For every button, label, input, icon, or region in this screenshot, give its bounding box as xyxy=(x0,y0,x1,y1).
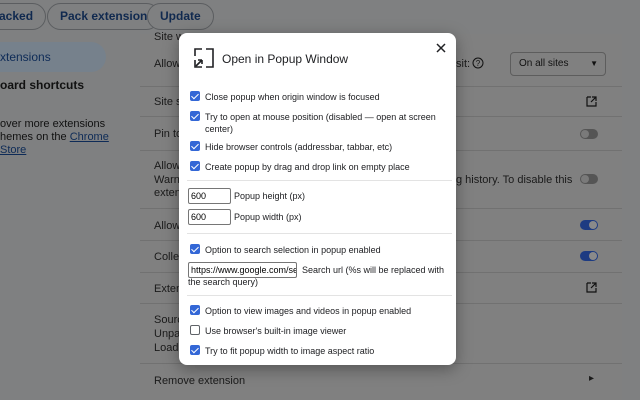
checkbox[interactable] xyxy=(190,325,200,335)
checkbox[interactable] xyxy=(190,244,200,254)
sidebar-item-extensions[interactable]: xtensions xyxy=(0,42,106,72)
option-label: Create popup by drag and drop link on em… xyxy=(205,162,410,172)
sidebar-item-keyboard-shortcuts[interactable]: oard shortcuts xyxy=(0,78,84,92)
option-builtin-image-viewer[interactable]: Use browser's built-in image viewer xyxy=(190,325,448,337)
option-close-on-focus[interactable]: Close popup when origin window is focuse… xyxy=(190,91,448,103)
site-access-select-value: On all sites xyxy=(519,58,569,69)
site-access-suffix: sit: xyxy=(456,58,471,70)
incognito-warning-tail: g history. To disable this xyxy=(456,174,573,186)
checkbox[interactable] xyxy=(190,141,200,151)
open-external-icon[interactable] xyxy=(586,282,597,293)
help-icon[interactable]: ? xyxy=(472,57,484,69)
checkbox[interactable] xyxy=(190,305,200,315)
popup-height-label: Popup height (px) xyxy=(234,191,306,201)
update-button[interactable]: Update xyxy=(147,3,214,30)
dialog-header: Open in Popup Window xyxy=(179,33,456,83)
checkbox[interactable] xyxy=(190,111,200,121)
divider xyxy=(187,233,452,234)
option-label: Close popup when origin window is focuse… xyxy=(205,92,380,102)
divider xyxy=(187,180,452,181)
option-label: Option to view images and videos in popu… xyxy=(205,306,412,316)
chevron-down-icon: ▼ xyxy=(590,59,598,68)
toolbar: acked Pack extension Update xyxy=(0,0,640,34)
search-url-label: Search url (%s will be replaced with the… xyxy=(188,265,445,287)
chrome-store-link[interactable]: Chrome xyxy=(70,131,109,143)
option-view-images[interactable]: Option to view images and videos in popu… xyxy=(190,305,448,317)
option-label: Try to open at mouse position (disabled … xyxy=(205,112,436,134)
sidebar-discover-prefix: hemes on the xyxy=(0,131,70,143)
chevron-right-icon[interactable]: ▸ xyxy=(589,373,594,384)
sidebar-discover-text: over more extensions xyxy=(0,118,106,130)
checkbox[interactable] xyxy=(190,345,200,355)
dialog-title: Open in Popup Window xyxy=(222,52,349,66)
allow-incognito-label: Allow xyxy=(154,160,181,172)
remove-extension-label[interactable]: Remove extension xyxy=(154,375,245,387)
allow-site-access-label: Allow xyxy=(154,58,181,70)
checkbox[interactable] xyxy=(190,91,200,101)
sidebar-discover-text-2: hemes on the Chrome xyxy=(0,131,109,143)
options-dialog: Open in Popup Window Close popup when or… xyxy=(179,33,456,365)
allow-file-urls-label: Allow xyxy=(154,220,181,232)
close-icon[interactable] xyxy=(434,41,448,55)
option-open-at-mouse[interactable]: Try to open at mouse position (disabled … xyxy=(190,111,448,135)
popup-width-label: Popup width (px) xyxy=(234,212,302,222)
pin-toolbar-toggle[interactable] xyxy=(580,129,598,139)
collect-errors-toggle[interactable] xyxy=(580,251,598,261)
option-hide-browser-controls[interactable]: Hide browser controls (addressbar, tabba… xyxy=(190,141,448,153)
popup-window-logo-icon xyxy=(194,48,214,68)
allow-incognito-toggle[interactable] xyxy=(580,174,598,184)
chrome-store-link-2[interactable]: Store xyxy=(0,144,26,156)
option-drag-drop-link[interactable]: Create popup by drag and drop link on em… xyxy=(190,161,448,173)
popup-height-input[interactable]: 600 xyxy=(188,188,231,204)
open-external-icon[interactable] xyxy=(586,96,597,107)
option-label: Hide browser controls (addressbar, tabba… xyxy=(205,142,393,152)
allow-file-urls-toggle[interactable] xyxy=(580,220,598,230)
svg-text:?: ? xyxy=(476,59,481,68)
popup-width-input[interactable]: 600 xyxy=(188,209,231,225)
checkbox[interactable] xyxy=(190,161,200,171)
site-access-select[interactable]: On all sites ▼ xyxy=(510,52,606,76)
divider xyxy=(187,295,452,296)
option-label: Use browser's built-in image viewer xyxy=(205,326,347,336)
option-fit-aspect-ratio[interactable]: Try to fit popup width to image aspect r… xyxy=(190,345,448,357)
pin-toolbar-label: Pin to xyxy=(154,128,183,140)
option-label: Option to search selection in popup enab… xyxy=(205,245,381,255)
pack-extension-button[interactable]: Pack extension xyxy=(47,3,161,30)
option-search-selection[interactable]: Option to search selection in popup enab… xyxy=(190,244,448,256)
load-unpacked-button[interactable]: acked xyxy=(0,3,47,30)
option-label: Try to fit popup width to image aspect r… xyxy=(205,346,375,356)
